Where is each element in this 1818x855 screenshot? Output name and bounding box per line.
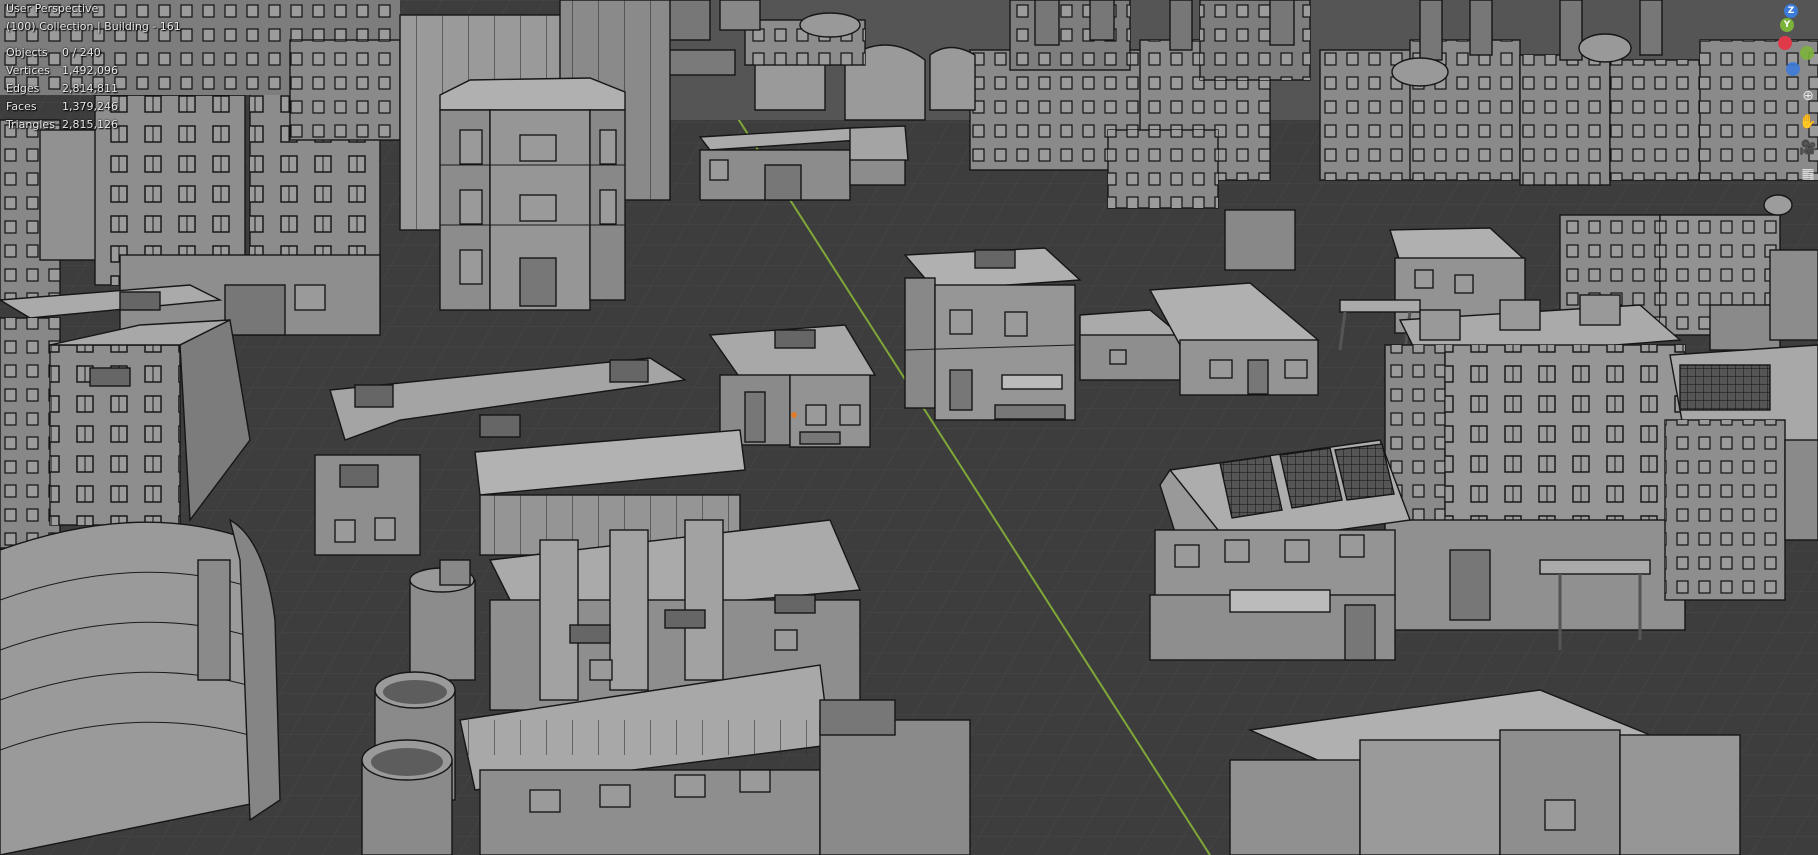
y-axis-icon[interactable]: Y xyxy=(1780,18,1794,32)
building-quonset-left xyxy=(0,518,281,855)
stat-objects: Objects 0 / 240 xyxy=(6,44,181,62)
stat-vertices: Vertices 1,492,096 xyxy=(6,62,181,80)
negative-y-axis-icon[interactable] xyxy=(1800,46,1814,60)
building-octagon-tower xyxy=(439,77,626,311)
building-hex-house xyxy=(903,247,1082,421)
stat-value: 1,492,096 xyxy=(62,64,118,77)
stat-value: 0 / 240 xyxy=(62,46,101,59)
active-collection-label: (100) Collection | Building - 161 xyxy=(6,20,181,33)
stat-label: Faces xyxy=(6,100,37,113)
pan-icon[interactable]: ✋ xyxy=(1798,110,1818,134)
stat-label: Triangles xyxy=(6,118,55,131)
viewport-nav-tools: ⊕ ✋ 🎥 ▦ xyxy=(1798,84,1818,188)
view-mode-label: User Perspective xyxy=(6,2,99,15)
stat-value: 1,379,246 xyxy=(62,100,118,113)
camera-icon[interactable]: 🎥 xyxy=(1798,136,1818,160)
building-small-house xyxy=(708,324,877,448)
stat-label: Edges xyxy=(6,82,40,95)
object-origin-dot xyxy=(791,412,797,418)
stat-faces: Faces 1,379,246 xyxy=(6,98,181,116)
scene-statistics: Objects 0 / 240 Vertices 1,492,096 Edges 2,… xyxy=(6,44,181,134)
stat-triangles: Triangles 2,815,126 xyxy=(6,116,181,134)
stat-label: Objects xyxy=(6,46,48,59)
negative-z-axis-icon[interactable] xyxy=(1786,62,1800,76)
3d-viewport[interactable]: User Perspective (100) Collection | Buil… xyxy=(0,0,1818,855)
stat-value: 2,814,811 xyxy=(62,82,118,95)
building-tall-apartment xyxy=(1384,294,1686,650)
stat-label: Vertices xyxy=(6,64,50,77)
stat-edges: Edges 2,814,811 xyxy=(6,80,181,98)
x-axis-icon[interactable] xyxy=(1778,36,1792,50)
navigation-gizmo[interactable]: Z Y xyxy=(1772,0,1818,80)
stat-value: 2,815,126 xyxy=(62,118,118,131)
building-solar-house xyxy=(1149,439,1411,661)
grid-icon[interactable]: ▦ xyxy=(1798,162,1818,186)
viewport-overlay: User Perspective (100) Collection | Buil… xyxy=(6,0,181,134)
scene-canvas[interactable] xyxy=(0,0,1818,855)
zoom-icon[interactable]: ⊕ xyxy=(1798,84,1818,108)
z-axis-icon[interactable]: Z xyxy=(1784,4,1798,18)
